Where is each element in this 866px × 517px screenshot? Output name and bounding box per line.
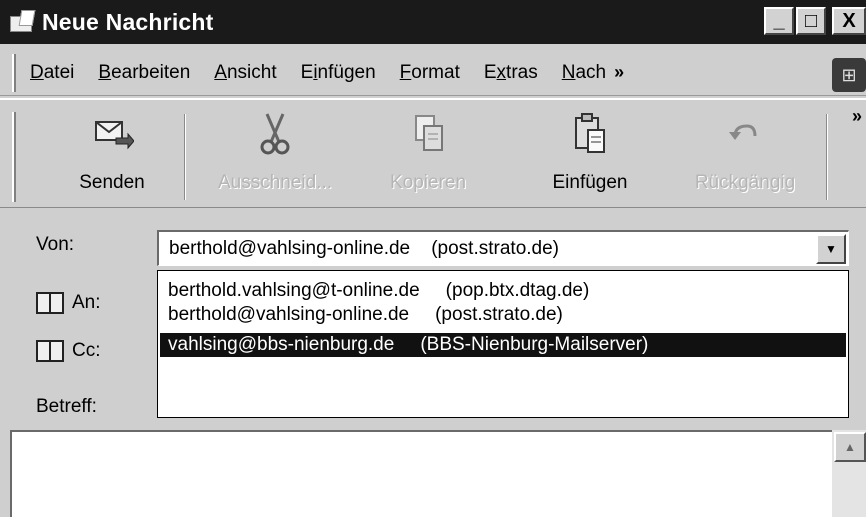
maximize-button[interactable]: □ (796, 7, 826, 35)
paste-icon (526, 106, 654, 162)
menu-bearbeiten[interactable]: Bearbeiten (98, 62, 190, 84)
windows-logo-icon: ⊞ (832, 58, 866, 92)
toolbar-more-chevron[interactable]: » (852, 106, 862, 127)
from-label: Von: (36, 234, 75, 255)
address-book-icon (36, 292, 64, 314)
to-button[interactable]: An: (36, 292, 101, 314)
vertical-scrollbar[interactable]: ▲ (832, 430, 866, 517)
menu-grip[interactable] (12, 53, 16, 92)
subject-label: Betreff: (36, 396, 97, 417)
new-message-icon (10, 10, 36, 34)
menu-more-chevron[interactable]: » (614, 62, 624, 83)
undo-icon (672, 106, 818, 162)
title-bar: Neue Nachricht _ □ X (0, 0, 866, 44)
send-button[interactable]: Senden (52, 106, 172, 206)
list-item-selected[interactable]: vahlsing@bbs-nienburg.de (BBS-Nienburg-Ma… (160, 333, 846, 357)
copy-label: Kopieren (389, 172, 467, 193)
message-body[interactable] (10, 430, 866, 517)
menu-datei[interactable]: Datei (30, 62, 74, 84)
send-icon (52, 106, 172, 162)
to-label: An: (72, 292, 101, 313)
menu-nachricht[interactable]: Nach (562, 62, 606, 84)
from-account-value: berthold@vahlsing-online.de (post.strato… (169, 237, 560, 259)
message-header: Von: An: Cc: Betreff: berthold@vahlsing-… (0, 210, 866, 420)
minimize-button[interactable]: _ (764, 7, 794, 35)
undo-button[interactable]: Rückgängig (672, 106, 818, 206)
toolbar-separator (184, 114, 186, 200)
scissors-icon (200, 106, 350, 162)
list-item[interactable]: berthold.vahlsing@t-online.de (pop.btx.dt… (160, 279, 846, 303)
cc-label: Cc: (72, 340, 101, 361)
send-label: Senden (79, 172, 145, 193)
menu-bar: Datei Bearbeiten Ansicht Einfügen Format… (0, 50, 866, 96)
menu-extras[interactable]: Extras (484, 62, 538, 84)
toolbar: Senden Ausschneid... Kopieren Einfügen R… (0, 98, 866, 208)
toolbar-grip[interactable] (12, 112, 16, 202)
close-button[interactable]: X (832, 7, 866, 35)
cc-button[interactable]: Cc: (36, 340, 101, 362)
toolbar-separator (826, 114, 828, 200)
undo-label: Rückgängig (694, 172, 796, 193)
cut-label: Ausschneid... (217, 172, 333, 193)
menu-einfuegen[interactable]: Einfügen (301, 62, 376, 84)
copy-icon (370, 106, 486, 162)
paste-button[interactable]: Einfügen (526, 106, 654, 206)
from-account-select[interactable]: berthold@vahlsing-online.de (post.strato… (157, 230, 849, 266)
scroll-up-icon[interactable]: ▲ (834, 432, 866, 462)
copy-button[interactable]: Kopieren (370, 106, 486, 206)
window-title: Neue Nachricht (42, 8, 214, 35)
dropdown-arrow-icon[interactable]: ▼ (816, 234, 846, 264)
account-dropdown-list: berthold.vahlsing@t-online.de (pop.btx.dt… (157, 270, 849, 418)
menu-ansicht[interactable]: Ansicht (214, 62, 276, 84)
menu-format[interactable]: Format (400, 62, 460, 84)
address-book-icon (36, 340, 64, 362)
cut-button[interactable]: Ausschneid... (200, 106, 350, 206)
list-item[interactable]: berthold@vahlsing-online.de (post.strato.… (160, 303, 846, 327)
paste-label: Einfügen (552, 172, 628, 193)
